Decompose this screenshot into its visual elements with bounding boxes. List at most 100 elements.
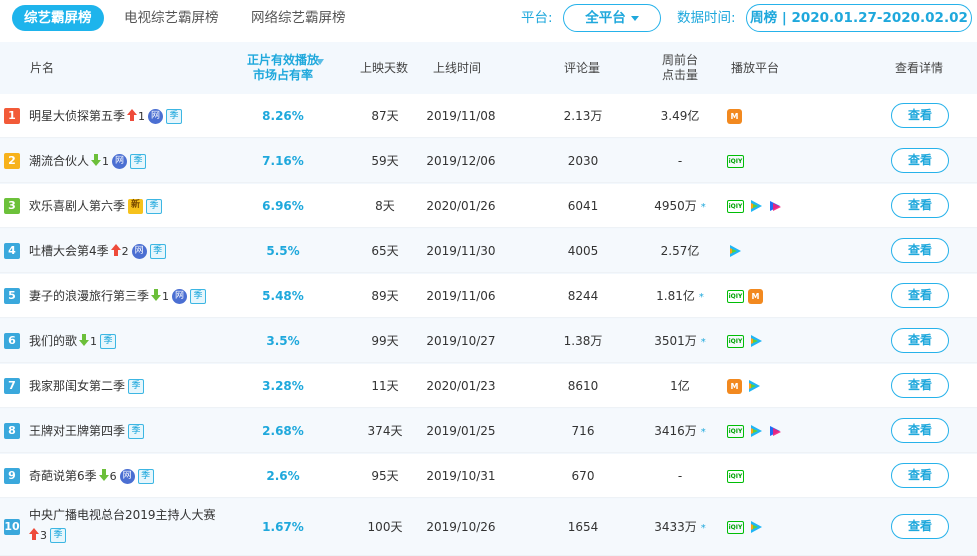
title-extras: 6网季	[97, 469, 154, 484]
market-share-value: 2.68%	[262, 424, 304, 438]
show-title[interactable]: 明星大侦探第五季	[29, 109, 125, 123]
view-detail-button[interactable]: 查看	[891, 514, 949, 539]
view-detail-button[interactable]: 查看	[891, 283, 949, 308]
show-title-cell: 妻子的浪漫旅行第三季 1 网季	[29, 288, 207, 305]
show-title-cell: 吐槽大会第4季 2 网季	[29, 243, 166, 260]
market-share-value: 2.6%	[266, 469, 300, 483]
view-detail-button[interactable]: 查看	[891, 418, 949, 443]
title-extras: 1网季	[125, 109, 183, 124]
weekly-clicks-value: -	[677, 469, 683, 483]
web-badge: 网	[172, 289, 188, 304]
rank-down-arrow-icon	[151, 289, 162, 301]
view-detail-button[interactable]: 查看	[891, 193, 949, 218]
iqiyi-icon: iQIY	[727, 469, 744, 483]
mgtv-icon: M	[727, 108, 742, 124]
top-bar: 综艺霸屏榜 电视综艺霸屏榜 网络综艺霸屏榜 平台: 全平台 数据时间: 周榜 |…	[0, 0, 977, 47]
sort-desc-icon[interactable]	[316, 59, 324, 65]
date-range-value: 周榜 | 2020.01.27-2020.02.02	[750, 10, 968, 26]
rank-badge: 4	[4, 243, 20, 259]
market-share-value: 6.96%	[262, 199, 304, 213]
title-extras: 新季	[125, 199, 163, 214]
show-title[interactable]: 王牌对王牌第四季	[29, 424, 125, 438]
tencent-video-icon	[748, 333, 764, 349]
season-badge: 季	[50, 528, 66, 543]
view-detail-button[interactable]: 查看	[891, 463, 949, 488]
comment-count-value: 4005	[567, 244, 599, 258]
show-title[interactable]: 奇葩说第6季	[29, 469, 97, 483]
col-release-date: 上线时间	[433, 61, 482, 75]
weekly-clicks-cell: 1亿	[630, 378, 730, 394]
estimate-asterisk-icon: *	[700, 337, 706, 348]
release-date-value: 2019/11/06	[426, 289, 496, 303]
show-title[interactable]: 我们的歌	[29, 334, 77, 348]
view-detail-button[interactable]: 查看	[891, 148, 949, 173]
comment-count-value: 2030	[567, 154, 599, 168]
rank-badge: 9	[4, 468, 20, 484]
table-row: 7 我家那闺女第二季季 3.28% 11天 2020/01/23 8610 1亿 M 查看	[0, 364, 977, 408]
show-title-cell: 潮流合伙人 1 网季	[29, 153, 147, 170]
web-badge: 网	[148, 109, 164, 124]
platform-icons: iQIY	[727, 333, 764, 349]
title-second-line: 3季	[29, 527, 216, 544]
platform-icons: iQIY	[727, 519, 764, 535]
show-title[interactable]: 欢乐喜剧人第六季	[29, 199, 125, 213]
platform-icons	[727, 243, 743, 259]
col-market-share[interactable]: 正片有效播放 市场占有率	[240, 53, 326, 83]
web-badge: 网	[119, 469, 135, 484]
tencent-video-icon	[748, 198, 764, 214]
show-title[interactable]: 中央广播电视总台2019主持人大赛	[29, 508, 216, 522]
weekly-clicks-value: -	[677, 154, 683, 168]
weekly-clicks-cell: 3416万 *	[630, 423, 730, 441]
title-extras: 3季	[29, 528, 66, 543]
release-date-value: 2019/10/27	[426, 334, 496, 348]
col-comments: 评论量	[564, 61, 601, 75]
show-title-cell: 我家那闺女第二季季	[29, 378, 145, 394]
rank-badge: 1	[4, 108, 20, 124]
season-badge: 季	[149, 244, 166, 259]
weekly-clicks-value: 2.57亿	[660, 244, 700, 258]
view-detail-button[interactable]: 查看	[891, 103, 949, 128]
table-header: 片名 正片有效播放 市场占有率 上映天数 上线时间 评论量 周前台 点击量 播放…	[0, 42, 977, 94]
youku-icon	[768, 423, 784, 439]
tab-tv-variety-dominance[interactable]: 电视综艺霸屏榜	[124, 5, 219, 31]
platform-dropdown[interactable]: 全平台	[563, 4, 661, 32]
rank-down-arrow-icon	[98, 469, 109, 481]
release-date-value: 2019/12/06	[426, 154, 496, 168]
view-detail-button[interactable]: 查看	[891, 328, 949, 353]
weekly-clicks-cell: 2.57亿	[630, 243, 730, 259]
show-title-cell: 中央广播电视总台2019主持人大赛 3 季	[29, 507, 216, 544]
ranking-table: 片名 正片有效播放 市场占有率 上映天数 上线时间 评论量 周前台 点击量 播放…	[0, 42, 977, 556]
iqiyi-icon: iQIY	[727, 154, 744, 168]
release-date-value: 2020/01/26	[426, 199, 496, 213]
tab-web-variety-dominance[interactable]: 网络综艺霸屏榜	[251, 5, 346, 31]
col-days: 上映天数	[360, 61, 409, 75]
view-detail-button[interactable]: 查看	[891, 238, 949, 263]
rank-badge: 3	[4, 198, 20, 214]
rank-badge: 10	[4, 519, 20, 535]
col-weekly-clicks-line2: 点击量	[661, 68, 698, 82]
rank-change-count: 2	[121, 245, 129, 258]
platform-icons: iQIY M	[727, 288, 763, 304]
iqiyi-icon: iQIY	[727, 424, 744, 438]
platform-label: 平台:	[521, 10, 553, 26]
col-platforms: 播放平台	[731, 61, 780, 75]
show-title[interactable]: 潮流合伙人	[29, 154, 89, 168]
rank-change-count: 3	[40, 529, 47, 542]
comment-count-value: 716	[571, 424, 595, 438]
web-badge: 网	[131, 244, 147, 259]
view-detail-button[interactable]: 查看	[891, 373, 949, 398]
show-title[interactable]: 吐槽大会第4季	[29, 244, 109, 258]
table-row: 6 我们的歌 1 季 3.5% 99天 2019/10/27 1.38万 3501万 * iQIY 查…	[0, 319, 977, 363]
table-row: 3 欢乐喜剧人第六季新季 6.96% 8天 2020/01/26 6041 4950万 * iQ…	[0, 184, 977, 228]
tencent-video-icon	[746, 378, 762, 394]
show-title-cell: 欢乐喜剧人第六季新季	[29, 198, 163, 214]
iqiyi-icon: iQIY	[727, 520, 744, 534]
rank-badge: 8	[4, 423, 20, 439]
weekly-clicks-cell: 4950万 *	[630, 198, 730, 216]
market-share-value: 5.48%	[262, 289, 304, 303]
show-title[interactable]: 妻子的浪漫旅行第三季	[29, 289, 149, 303]
weekly-clicks-cell: 3501万 *	[630, 333, 730, 351]
tab-variety-dominance[interactable]: 综艺霸屏榜	[12, 5, 104, 31]
date-range-dropdown[interactable]: 周榜 | 2020.01.27-2020.02.02	[746, 4, 972, 47]
show-title[interactable]: 我家那闺女第二季	[29, 379, 125, 393]
